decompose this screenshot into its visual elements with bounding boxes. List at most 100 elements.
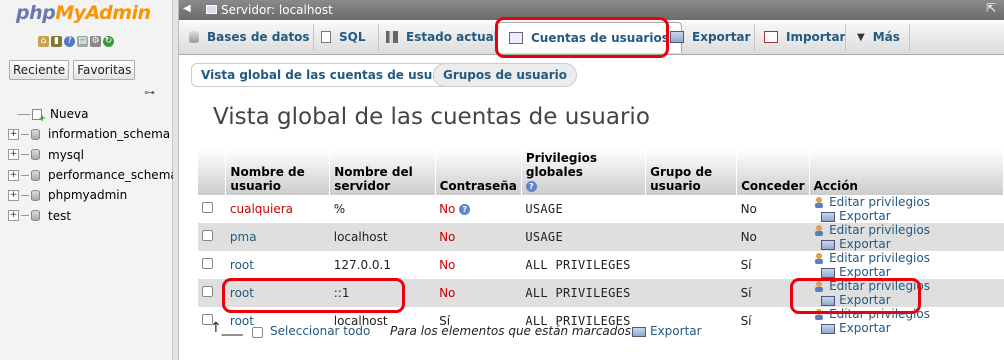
- edit-privileges-link[interactable]: Editar privilegios: [813, 195, 930, 209]
- status-icon: [386, 31, 398, 43]
- docs-icon[interactable]: ▤: [77, 36, 88, 47]
- tab-import[interactable]: Importar: [764, 22, 845, 52]
- subtab-global-overview[interactable]: Vista global de las cuentas de usuario: [191, 63, 469, 87]
- user-name[interactable]: root: [230, 258, 254, 272]
- header-label: Nombre del: [334, 165, 413, 179]
- table-header-row: Nombre de usuario Nombre del servidor Cont…: [198, 149, 1004, 195]
- row-checkbox[interactable]: [202, 202, 213, 213]
- subtab-user-groups[interactable]: Grupos de usuario: [433, 63, 577, 87]
- header-label: Acción: [813, 179, 858, 193]
- help-icon[interactable]: ?: [459, 204, 471, 215]
- nav-tabs: Reciente Favoritas: [9, 60, 136, 80]
- tab-more[interactable]: ▼ Más: [857, 22, 900, 52]
- help-icon[interactable]: ?: [64, 36, 75, 47]
- row-checkbox[interactable]: [202, 286, 213, 297]
- tab-export[interactable]: Exportar: [670, 22, 750, 52]
- password-status: No: [439, 230, 456, 244]
- maximize-icon[interactable]: ⇱: [986, 1, 996, 15]
- host-name: 127.0.0.1: [329, 251, 436, 279]
- tree-item-label: mysql: [48, 147, 84, 162]
- tree-item-phpmyadmin[interactable]: + phpmyadmin: [8, 185, 178, 205]
- expand-icon[interactable]: +: [8, 149, 19, 161]
- host-name: localhost: [329, 223, 436, 251]
- tab-status[interactable]: Estado actual: [386, 22, 498, 52]
- quick-icons: ⌂ ▮ ? ▤ ⚙ ↻: [38, 36, 114, 47]
- header-label: Grupo de: [650, 165, 713, 179]
- tree-item-label: performance_schema: [48, 168, 178, 183]
- table-row: root ::1 No ALL PRIVILEGES Sí Editar pri…: [198, 279, 1004, 307]
- tab-user-accounts[interactable]: Cuentas de usuarios: [496, 22, 682, 53]
- header-checkbox-col: [198, 149, 227, 195]
- edit-privileges-link[interactable]: Editar privilegios: [813, 279, 930, 293]
- home-icon[interactable]: ⌂: [38, 36, 49, 47]
- tree-item-label: test: [48, 208, 72, 223]
- expand-icon[interactable]: +: [8, 128, 19, 140]
- header-global-privileges: Privilegios globales?: [521, 149, 647, 195]
- help-icon[interactable]: ?: [525, 181, 537, 192]
- user-name[interactable]: root: [230, 286, 254, 300]
- grant-value: Sí: [736, 251, 810, 279]
- row-checkbox[interactable]: [202, 230, 213, 241]
- database-icon: [31, 189, 40, 201]
- export-link[interactable]: Exportar: [821, 293, 891, 307]
- edit-privileges-icon: [815, 281, 824, 292]
- logo-myadmin-text: MyAdmin: [55, 2, 151, 24]
- header-action: Acción: [809, 149, 1004, 195]
- server-title[interactable]: Servidor: localhost: [221, 3, 333, 17]
- edit-label: Editar privilegios: [829, 307, 930, 321]
- export-link[interactable]: Exportar: [821, 209, 891, 223]
- global-privileges: USAGE: [521, 223, 646, 251]
- expand-icon[interactable]: +: [8, 189, 19, 201]
- tab-label: Cuentas de usuarios: [531, 31, 669, 45]
- export-link[interactable]: Exportar: [821, 237, 891, 251]
- header-grant: Conceder: [736, 149, 810, 195]
- bulk-export-button[interactable]: Exportar: [632, 324, 702, 338]
- expand-icon[interactable]: +: [8, 210, 19, 222]
- tab-sql[interactable]: SQL: [321, 22, 366, 52]
- edit-privileges-link[interactable]: Editar privilegios: [813, 307, 930, 321]
- database-tree: Nueva + information_schema + mysql + per…: [8, 104, 178, 226]
- tab-databases[interactable]: Bases de datos: [189, 22, 310, 52]
- table-row: cualquiera % No ? USAGE No Editar privil…: [198, 195, 1004, 223]
- header-host[interactable]: Nombre del servidor: [329, 149, 436, 195]
- edit-privileges-icon: [815, 309, 824, 320]
- reload-icon[interactable]: ↻: [103, 36, 114, 47]
- database-icon: [31, 149, 40, 161]
- exit-icon[interactable]: ▮: [51, 36, 62, 47]
- select-all-label[interactable]: Seleccionar todo: [270, 324, 370, 338]
- header-user[interactable]: Nombre de usuario: [225, 149, 331, 195]
- collapse-arrow-icon[interactable]: ◀: [183, 3, 191, 14]
- recent-tab[interactable]: Reciente: [9, 60, 70, 80]
- settings-icon[interactable]: ⚙: [90, 36, 101, 47]
- edit-privileges-link[interactable]: Editar privilegios: [813, 251, 930, 265]
- phpmyadmin-logo[interactable]: phpMyAdmin: [16, 2, 151, 24]
- favorites-tab[interactable]: Favoritas: [73, 60, 136, 80]
- menu-separator: [313, 24, 314, 50]
- header-label: Contraseña: [439, 179, 517, 193]
- server-icon: [206, 5, 217, 14]
- tree-item-information-schema[interactable]: + information_schema: [8, 124, 178, 144]
- user-name[interactable]: pma: [230, 230, 257, 244]
- export-link[interactable]: Exportar: [821, 321, 891, 335]
- tree-item-mysql[interactable]: + mysql: [8, 145, 178, 165]
- export-label: Exportar: [839, 265, 891, 279]
- grant-value: No: [736, 195, 810, 223]
- edit-privileges-link[interactable]: Editar privilegios: [813, 223, 930, 237]
- user-group: [645, 279, 737, 307]
- select-all-checkbox[interactable]: [252, 327, 263, 338]
- export-label: Exportar: [839, 209, 891, 223]
- databases-icon: [189, 31, 199, 43]
- tree-item-new[interactable]: Nueva: [8, 104, 178, 124]
- header-label: servidor: [334, 179, 391, 193]
- tree-item-performance-schema[interactable]: + performance_schema: [8, 165, 178, 185]
- menu-separator: [754, 24, 755, 50]
- top-menu: Bases de datos SQL Estado actual Cuentas…: [179, 20, 1004, 55]
- edit-privileges-icon: [815, 197, 824, 208]
- link-with-main-icon[interactable]: ⊶: [144, 86, 155, 99]
- export-link[interactable]: Exportar: [821, 265, 891, 279]
- tree-item-label: information_schema: [48, 127, 171, 142]
- row-checkbox[interactable]: [202, 258, 213, 269]
- expand-icon[interactable]: +: [8, 169, 19, 181]
- tree-item-test[interactable]: + test: [8, 205, 178, 225]
- database-icon: [31, 128, 40, 140]
